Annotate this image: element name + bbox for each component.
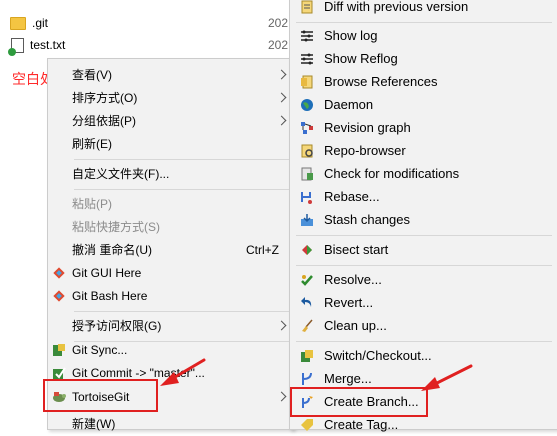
annotation-arrows: [160, 358, 473, 391]
arrow-icon: [160, 358, 206, 386]
arrow-icon: [421, 364, 473, 391]
